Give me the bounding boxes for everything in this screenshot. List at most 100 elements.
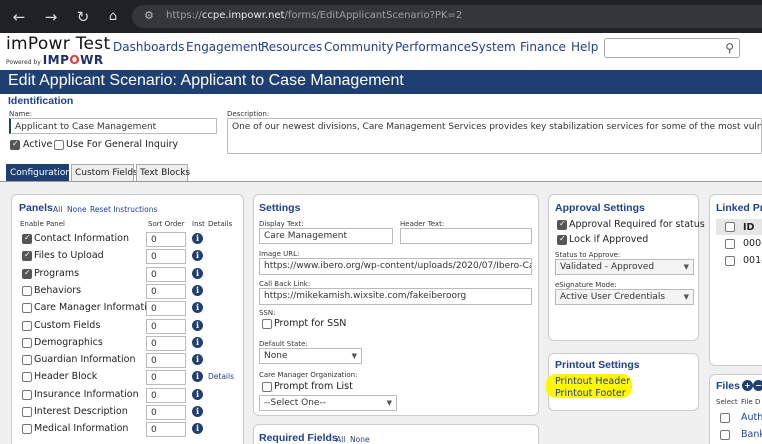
panel-enable-checkbox[interactable] — [22, 268, 32, 279]
panel-enable-checkbox[interactable] — [22, 337, 32, 348]
panel-sort-order-input[interactable]: 0 — [146, 353, 186, 369]
tab-custom-fields[interactable]: Custom Fields — [71, 164, 138, 182]
menu-dashboards[interactable]: Dashboards — [113, 40, 184, 54]
col-enable-panel: Enable Panel — [20, 220, 65, 228]
panel-sort-order-input[interactable]: 0 — [146, 301, 186, 317]
panel-label: Behaviors — [34, 284, 82, 296]
file-row-link[interactable]: Auth — [741, 412, 762, 423]
required-none-link[interactable]: None — [350, 435, 370, 444]
linked-select-all-checkbox[interactable] — [725, 222, 735, 232]
info-icon[interactable]: i — [192, 284, 203, 296]
panel-sort-order-input[interactable]: 0 — [146, 405, 186, 420]
esig-mode-select[interactable]: Active User Credentials ▼ — [555, 289, 694, 305]
panel-enable-checkbox[interactable] — [22, 285, 32, 296]
panel-sort-order-input[interactable]: 0 — [146, 422, 186, 438]
info-icon[interactable]: i — [192, 388, 203, 400]
general-inquiry-checkbox[interactable] — [54, 140, 64, 150]
panel-sort-order-input[interactable]: 0 — [146, 387, 186, 403]
panel-label: Custom Fields — [34, 319, 101, 331]
file-row-checkbox[interactable] — [720, 413, 730, 423]
panels-none-link[interactable]: None — [67, 205, 87, 214]
files-col-select: Select — [716, 398, 738, 406]
panel-label: Insurance Information — [34, 388, 139, 400]
home-icon[interactable]: ⌂ — [104, 8, 122, 26]
info-icon[interactable]: i — [192, 406, 203, 417]
name-field[interactable]: Applicant to Case Management — [9, 118, 217, 134]
panel-sort-order-input[interactable]: 0 — [146, 266, 186, 282]
page-title: Edit Applicant Scenario: Applicant to Ca… — [8, 72, 404, 89]
info-icon[interactable]: i — [192, 233, 203, 244]
panel-enable-checkbox[interactable] — [22, 407, 32, 417]
description-field[interactable]: One of our newest divisions, Care Manage… — [227, 118, 762, 154]
approval-required-checkbox[interactable] — [557, 219, 567, 230]
col-sort-order: Sort Order — [148, 220, 185, 228]
panel-sort-order-input[interactable]: 0 — [146, 318, 186, 334]
description-label: Description: — [227, 110, 270, 118]
linked-col-id: ID — [743, 222, 755, 233]
tab-configuration[interactable]: Configuration — [6, 164, 71, 182]
forward-arrow-icon[interactable]: → — [42, 8, 60, 26]
panel-enable-checkbox[interactable] — [22, 424, 32, 435]
panels-reset-link[interactable]: Reset Instructions — [90, 205, 157, 214]
panel-enable-checkbox[interactable] — [22, 389, 32, 400]
browser-toolbar: ← → ↻ ⌂ ⚙ https://ccpe.impowr.net/forms/… — [0, 0, 762, 33]
info-icon[interactable]: i — [192, 336, 203, 348]
menu-performance[interactable]: Performance — [395, 40, 471, 54]
panel-label: Guardian Information — [34, 354, 136, 366]
panel-sort-order-input[interactable]: 0 — [146, 283, 186, 299]
printout-footer-link[interactable]: Printout Footer — [555, 388, 626, 399]
chevron-down-icon: ▼ — [351, 352, 357, 360]
status-approve-select[interactable]: Validated - Approved ▼ — [555, 259, 694, 275]
tab-text-blocks[interactable]: Text Blocks — [136, 164, 190, 182]
panel-sort-order-input[interactable]: 0 — [146, 370, 186, 386]
file-row-link[interactable]: Bank — [741, 429, 762, 440]
reload-icon[interactable]: ↻ — [74, 8, 92, 26]
prompt-from-list-label: Prompt from List — [274, 381, 353, 392]
callback-input[interactable]: https://mikekamish.wixsite.com/fakeibero… — [259, 288, 532, 305]
search-icon[interactable]: ⚲ — [725, 41, 734, 55]
add-file-icon[interactable]: + — [742, 380, 753, 391]
prompt-ssn-checkbox[interactable] — [262, 319, 272, 329]
linked-row-checkbox[interactable] — [725, 256, 735, 266]
panel-sort-order-input[interactable]: 0 — [146, 249, 186, 265]
col-inst: Inst — [192, 220, 205, 228]
panel-enable-checkbox[interactable] — [22, 320, 32, 331]
info-icon[interactable]: i — [192, 319, 203, 331]
menu-resources[interactable]: Resources — [261, 40, 322, 54]
brand-logo: Powered by IMPOWR — [6, 53, 104, 67]
menu-community[interactable]: Community — [324, 40, 393, 54]
required-all-link[interactable]: All — [336, 435, 345, 444]
panel-sort-order-input[interactable]: 0 — [146, 335, 186, 351]
panel-enable-checkbox[interactable] — [22, 233, 32, 244]
linked-row-checkbox[interactable] — [725, 239, 735, 249]
default-state-select[interactable]: None ▼ — [259, 348, 362, 364]
search-input[interactable]: ⚲ — [604, 38, 740, 58]
menu-system[interactable]: System — [471, 40, 516, 54]
active-checkbox[interactable] — [10, 139, 20, 150]
info-icon[interactable]: i — [192, 267, 203, 279]
panels-all-link[interactable]: All — [53, 205, 62, 214]
menu-help[interactable]: Help — [571, 40, 598, 54]
header-text-input[interactable] — [400, 228, 532, 244]
file-row-checkbox[interactable] — [720, 430, 730, 440]
panel-enable-checkbox[interactable] — [22, 372, 32, 383]
lock-if-approved-label: Lock if Approved — [569, 234, 649, 245]
prompt-from-list-checkbox[interactable] — [262, 382, 272, 392]
care-mgr-select[interactable]: --Select One-- ▼ — [259, 395, 397, 411]
image-url-input[interactable]: https://www.ibero.org/wp-content/uploads… — [259, 258, 532, 275]
panel-enable-checkbox[interactable] — [22, 303, 32, 314]
panel-details-link[interactable]: Details — [208, 372, 234, 381]
menu-engagement[interactable]: Engagement — [186, 40, 263, 54]
lock-if-approved-checkbox[interactable] — [557, 234, 567, 245]
panel-sort-order-input[interactable]: 0 — [146, 232, 186, 247]
site-info-icon[interactable]: ⚙ — [144, 9, 154, 22]
back-arrow-icon[interactable]: ← — [10, 8, 28, 26]
menu-finance[interactable]: Finance — [520, 40, 566, 54]
printout-header-link[interactable]: Printout Header — [555, 376, 630, 387]
address-bar[interactable]: ⚙ https://ccpe.impowr.net/forms/EditAppl… — [132, 5, 762, 28]
remove-file-icon[interactable]: − — [753, 380, 762, 391]
panel-label: Interest Description — [34, 406, 128, 417]
panel-enable-checkbox[interactable] — [22, 250, 32, 262]
display-text-input[interactable]: Care Management — [259, 228, 393, 244]
panel-enable-checkbox[interactable] — [22, 355, 32, 366]
